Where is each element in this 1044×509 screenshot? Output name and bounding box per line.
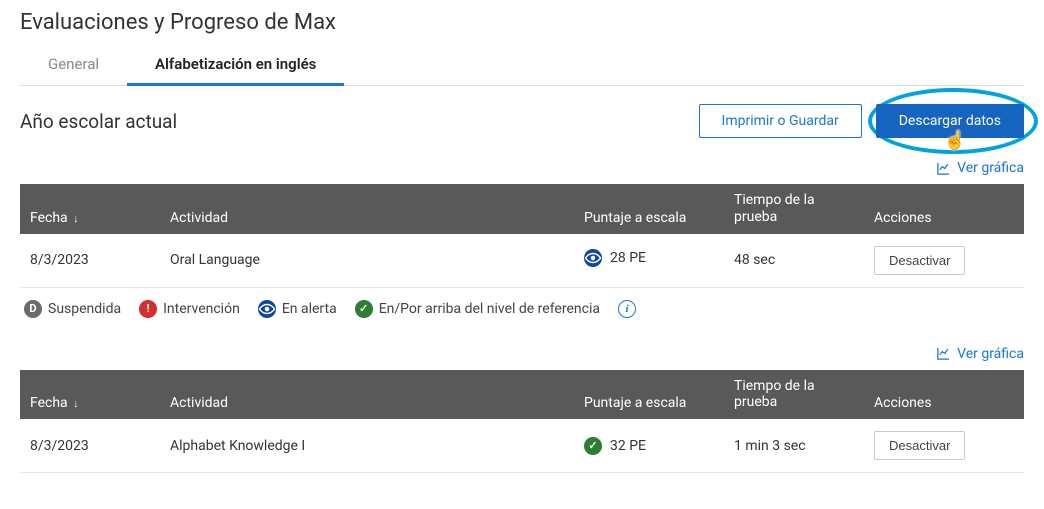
- view-chart-link[interactable]: Ver gráfica: [936, 346, 1024, 362]
- col-acciones[interactable]: Acciones: [864, 184, 1024, 234]
- col-puntaje[interactable]: Puntaje a escala: [574, 184, 724, 234]
- benchmark-icon: ✓: [355, 300, 373, 318]
- cell-acciones: Desactivar: [864, 234, 1024, 288]
- year-heading: Año escolar actual: [20, 110, 177, 133]
- action-buttons: Imprimir o Guardar Descargar datos ☝: [699, 104, 1024, 138]
- status-legend: D Suspendida ! Intervención En alerta ✓ …: [20, 288, 1024, 324]
- chart-icon: [936, 161, 951, 176]
- sort-desc-icon: ↓: [73, 397, 79, 410]
- col-fecha-label: Fecha: [30, 210, 68, 226]
- col-tiempo-l1: Tiempo de la: [734, 192, 854, 209]
- view-chart-label: Ver gráfica: [957, 160, 1024, 176]
- col-tiempo[interactable]: Tiempo de la prueba: [724, 184, 864, 234]
- legend-en-alerta: En alerta: [282, 301, 337, 317]
- cell-acciones: Desactivar: [864, 419, 1024, 473]
- col-tiempo-l2: prueba: [734, 209, 854, 226]
- cell-actividad: Oral Language: [160, 234, 574, 288]
- intervention-icon: !: [139, 300, 157, 318]
- table-row: 8/3/2023 Alphabet Knowledge I ✓ 32 PE 1 …: [20, 419, 1024, 473]
- col-fecha[interactable]: Fecha ↓: [20, 370, 160, 420]
- col-actividad[interactable]: Actividad: [160, 370, 574, 420]
- assessment-table-1: Fecha ↓ Actividad Puntaje a escala Tiemp…: [20, 184, 1024, 288]
- legend-suspendida: Suspendida: [48, 301, 121, 317]
- cell-fecha: 8/3/2023: [20, 234, 160, 288]
- cell-tiempo: 1 min 3 sec: [724, 419, 864, 473]
- score-value: 32 PE: [610, 438, 646, 454]
- col-puntaje[interactable]: Puntaje a escala: [574, 370, 724, 420]
- legend-intervencion: Intervención: [163, 301, 240, 317]
- col-tiempo-l2: prueba: [734, 394, 854, 411]
- alert-icon: [584, 249, 602, 267]
- print-button[interactable]: Imprimir o Guardar: [699, 104, 862, 138]
- cell-actividad: Alphabet Knowledge I: [160, 419, 574, 473]
- col-acciones[interactable]: Acciones: [864, 370, 1024, 420]
- cursor-pointer-icon: ☝: [944, 130, 966, 151]
- tab-general[interactable]: General: [20, 45, 127, 85]
- col-fecha[interactable]: Fecha ↓: [20, 184, 160, 234]
- deactivate-button[interactable]: Desactivar: [874, 246, 965, 275]
- suspended-icon: D: [24, 300, 42, 318]
- tab-literacy[interactable]: Alfabetización en inglés: [127, 45, 344, 85]
- cell-fecha: 8/3/2023: [20, 419, 160, 473]
- col-tiempo-l1: Tiempo de la: [734, 378, 854, 395]
- deactivate-button[interactable]: Desactivar: [874, 431, 965, 460]
- col-tiempo[interactable]: Tiempo de la prueba: [724, 370, 864, 420]
- cell-puntaje: ✓ 32 PE: [574, 419, 724, 473]
- col-fecha-label: Fecha: [30, 395, 68, 411]
- alert-icon: [258, 300, 276, 318]
- score-value: 28 PE: [610, 250, 646, 266]
- table-row: 8/3/2023 Oral Language 28 PE 48 sec Desa: [20, 234, 1024, 288]
- eye-icon: [584, 249, 602, 267]
- legend-referencia: En/Por arriba del nivel de referencia: [379, 301, 600, 317]
- view-chart-link[interactable]: Ver gráfica: [936, 160, 1024, 176]
- benchmark-icon: ✓: [584, 437, 602, 455]
- tab-bar: General Alfabetización en inglés: [20, 45, 1024, 86]
- page-title: Evaluaciones y Progreso de Max: [20, 10, 1024, 35]
- sort-desc-icon: ↓: [73, 212, 79, 225]
- chart-icon: [936, 346, 951, 361]
- assessment-table-2: Fecha ↓ Actividad Puntaje a escala Tiemp…: [20, 370, 1024, 474]
- col-actividad[interactable]: Actividad: [160, 184, 574, 234]
- cell-puntaje: 28 PE: [574, 234, 724, 288]
- eye-icon: [258, 300, 276, 318]
- view-chart-label: Ver gráfica: [957, 346, 1024, 362]
- cell-tiempo: 48 sec: [724, 234, 864, 288]
- info-icon[interactable]: i: [618, 300, 636, 318]
